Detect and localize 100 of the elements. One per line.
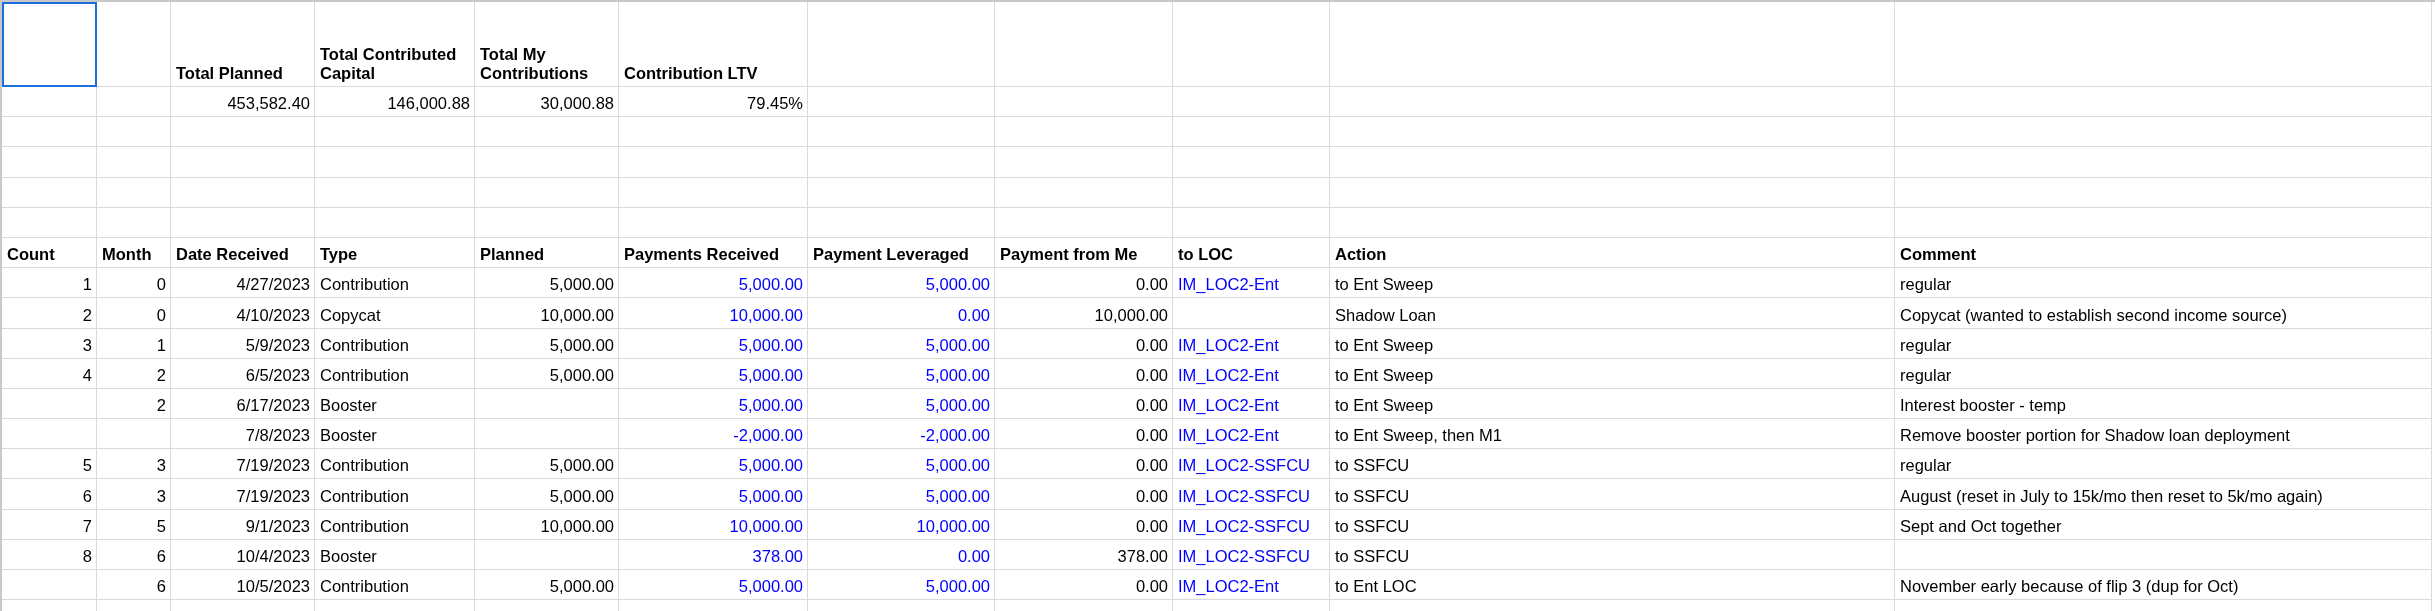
- table-cell: 4/10/2023: [236, 305, 310, 325]
- empty-cell[interactable]: [995, 177, 1173, 208]
- column-header: Count: [7, 245, 55, 265]
- empty-cell[interactable]: [475, 147, 619, 178]
- empty-cell[interactable]: [808, 207, 995, 238]
- empty-cell[interactable]: [1330, 177, 1895, 208]
- table-cell: regular: [1900, 275, 1952, 295]
- empty-cell[interactable]: [1330, 87, 1895, 118]
- empty-cell[interactable]: [619, 117, 808, 148]
- empty-cell[interactable]: [97, 117, 171, 148]
- empty-cell[interactable]: [171, 117, 315, 148]
- empty-cell[interactable]: [1895, 87, 2432, 118]
- empty-cell[interactable]: [97, 207, 171, 238]
- empty-cell[interactable]: [315, 117, 475, 148]
- empty-cell[interactable]: [1173, 2, 1330, 87]
- table-cell: 0.00: [957, 305, 990, 325]
- empty-cell[interactable]: [475, 207, 619, 238]
- empty-cell[interactable]: [475, 388, 619, 420]
- empty-cell[interactable]: [1895, 207, 2432, 238]
- table-cell: 2: [82, 305, 92, 325]
- table-cell: 5,000.00: [738, 365, 803, 385]
- column-header: to LOC: [1178, 245, 1233, 265]
- table-cell: Booster: [320, 547, 377, 566]
- empty-cell[interactable]: [995, 2, 1173, 87]
- empty-cell[interactable]: [995, 117, 1173, 148]
- empty-cell[interactable]: [1173, 87, 1330, 118]
- column-header: Total Contributed Capital: [320, 45, 458, 83]
- table-cell: Contribution: [320, 577, 409, 597]
- table-cell: Remove booster portion for Shadow loan deployment: [1900, 426, 2290, 446]
- empty-cell[interactable]: [1173, 298, 1330, 329]
- empty-cell[interactable]: [97, 2, 171, 87]
- table-cell: 6: [82, 486, 92, 506]
- table-cell: 0: [156, 275, 166, 295]
- empty-cell[interactable]: [1895, 539, 2432, 570]
- column-header: Payments Received: [624, 245, 779, 265]
- empty-cell[interactable]: [475, 117, 619, 148]
- table-cell: Interest booster - temp: [1900, 396, 2066, 416]
- empty-cell[interactable]: [2, 117, 97, 148]
- table-cell: 10,000.00: [729, 305, 803, 325]
- link-text: IM_LOC2-Ent: [1178, 275, 1279, 295]
- empty-cell[interactable]: [619, 177, 808, 208]
- empty-cell[interactable]: [1895, 147, 2432, 178]
- empty-cell[interactable]: [1330, 117, 1895, 148]
- table-cell: Contribution: [320, 516, 409, 536]
- empty-cell[interactable]: [808, 87, 995, 118]
- table-cell: to SSFCU: [1335, 516, 1410, 536]
- empty-cell[interactable]: [1330, 147, 1895, 178]
- empty-cell[interactable]: [2, 419, 97, 450]
- empty-cell[interactable]: [995, 207, 1173, 238]
- empty-cell[interactable]: [1895, 117, 2432, 148]
- empty-cell[interactable]: [315, 207, 475, 238]
- empty-cell[interactable]: [475, 539, 619, 570]
- empty-cell[interactable]: [2, 147, 97, 178]
- empty-cell[interactable]: [475, 419, 619, 450]
- empty-cell[interactable]: [995, 87, 1173, 118]
- empty-cell[interactable]: [315, 147, 475, 178]
- empty-cell[interactable]: [2, 570, 97, 601]
- table-cell: 5,000.00: [549, 456, 614, 476]
- table-cell: regular: [1900, 456, 1952, 476]
- link-text: IM_LOC2-Ent: [1178, 365, 1279, 385]
- link-text: IM_LOC2-SSFCU: [1178, 516, 1311, 536]
- table-cell: 10,000.00: [540, 516, 614, 536]
- table-cell: Shadow Loan: [1335, 305, 1436, 325]
- empty-cell[interactable]: [1173, 147, 1330, 178]
- empty-cell[interactable]: [2, 87, 97, 118]
- table-cell: 5,000.00: [549, 486, 614, 506]
- table-cell: 5,000.00: [738, 275, 803, 295]
- empty-cell[interactable]: [1895, 2, 2432, 87]
- empty-cell[interactable]: [171, 177, 315, 208]
- empty-cell[interactable]: [808, 177, 995, 208]
- empty-cell[interactable]: [808, 147, 995, 178]
- table-cell: to Ent Sweep: [1335, 365, 1434, 385]
- empty-cell[interactable]: [97, 147, 171, 178]
- column-header: Comment: [1900, 245, 1977, 265]
- empty-cell[interactable]: [2, 207, 97, 238]
- empty-cell[interactable]: [619, 147, 808, 178]
- empty-cell[interactable]: [97, 419, 171, 450]
- table-cell: 2: [156, 396, 166, 416]
- table-cell: 3: [156, 486, 166, 506]
- empty-cell[interactable]: [619, 207, 808, 238]
- table-cell: 4/27/2023: [236, 275, 310, 295]
- empty-cell[interactable]: [2, 177, 97, 208]
- link-text: IM_LOC2-SSFCU: [1178, 547, 1311, 566]
- empty-cell[interactable]: [171, 147, 315, 178]
- empty-cell[interactable]: [315, 177, 475, 208]
- empty-cell[interactable]: [1173, 207, 1330, 238]
- empty-cell[interactable]: [1173, 177, 1330, 208]
- empty-cell[interactable]: [808, 117, 995, 148]
- empty-cell[interactable]: [808, 2, 995, 87]
- empty-cell[interactable]: [995, 147, 1173, 178]
- active-cell[interactable]: [2, 2, 97, 87]
- empty-cell[interactable]: [1895, 177, 2432, 208]
- empty-cell[interactable]: [97, 87, 171, 118]
- empty-cell[interactable]: [1173, 117, 1330, 148]
- empty-cell[interactable]: [1330, 207, 1895, 238]
- empty-cell[interactable]: [1330, 2, 1895, 87]
- empty-cell[interactable]: [171, 207, 315, 238]
- empty-cell[interactable]: [97, 177, 171, 208]
- empty-cell[interactable]: [2, 388, 97, 420]
- empty-cell[interactable]: [475, 177, 619, 208]
